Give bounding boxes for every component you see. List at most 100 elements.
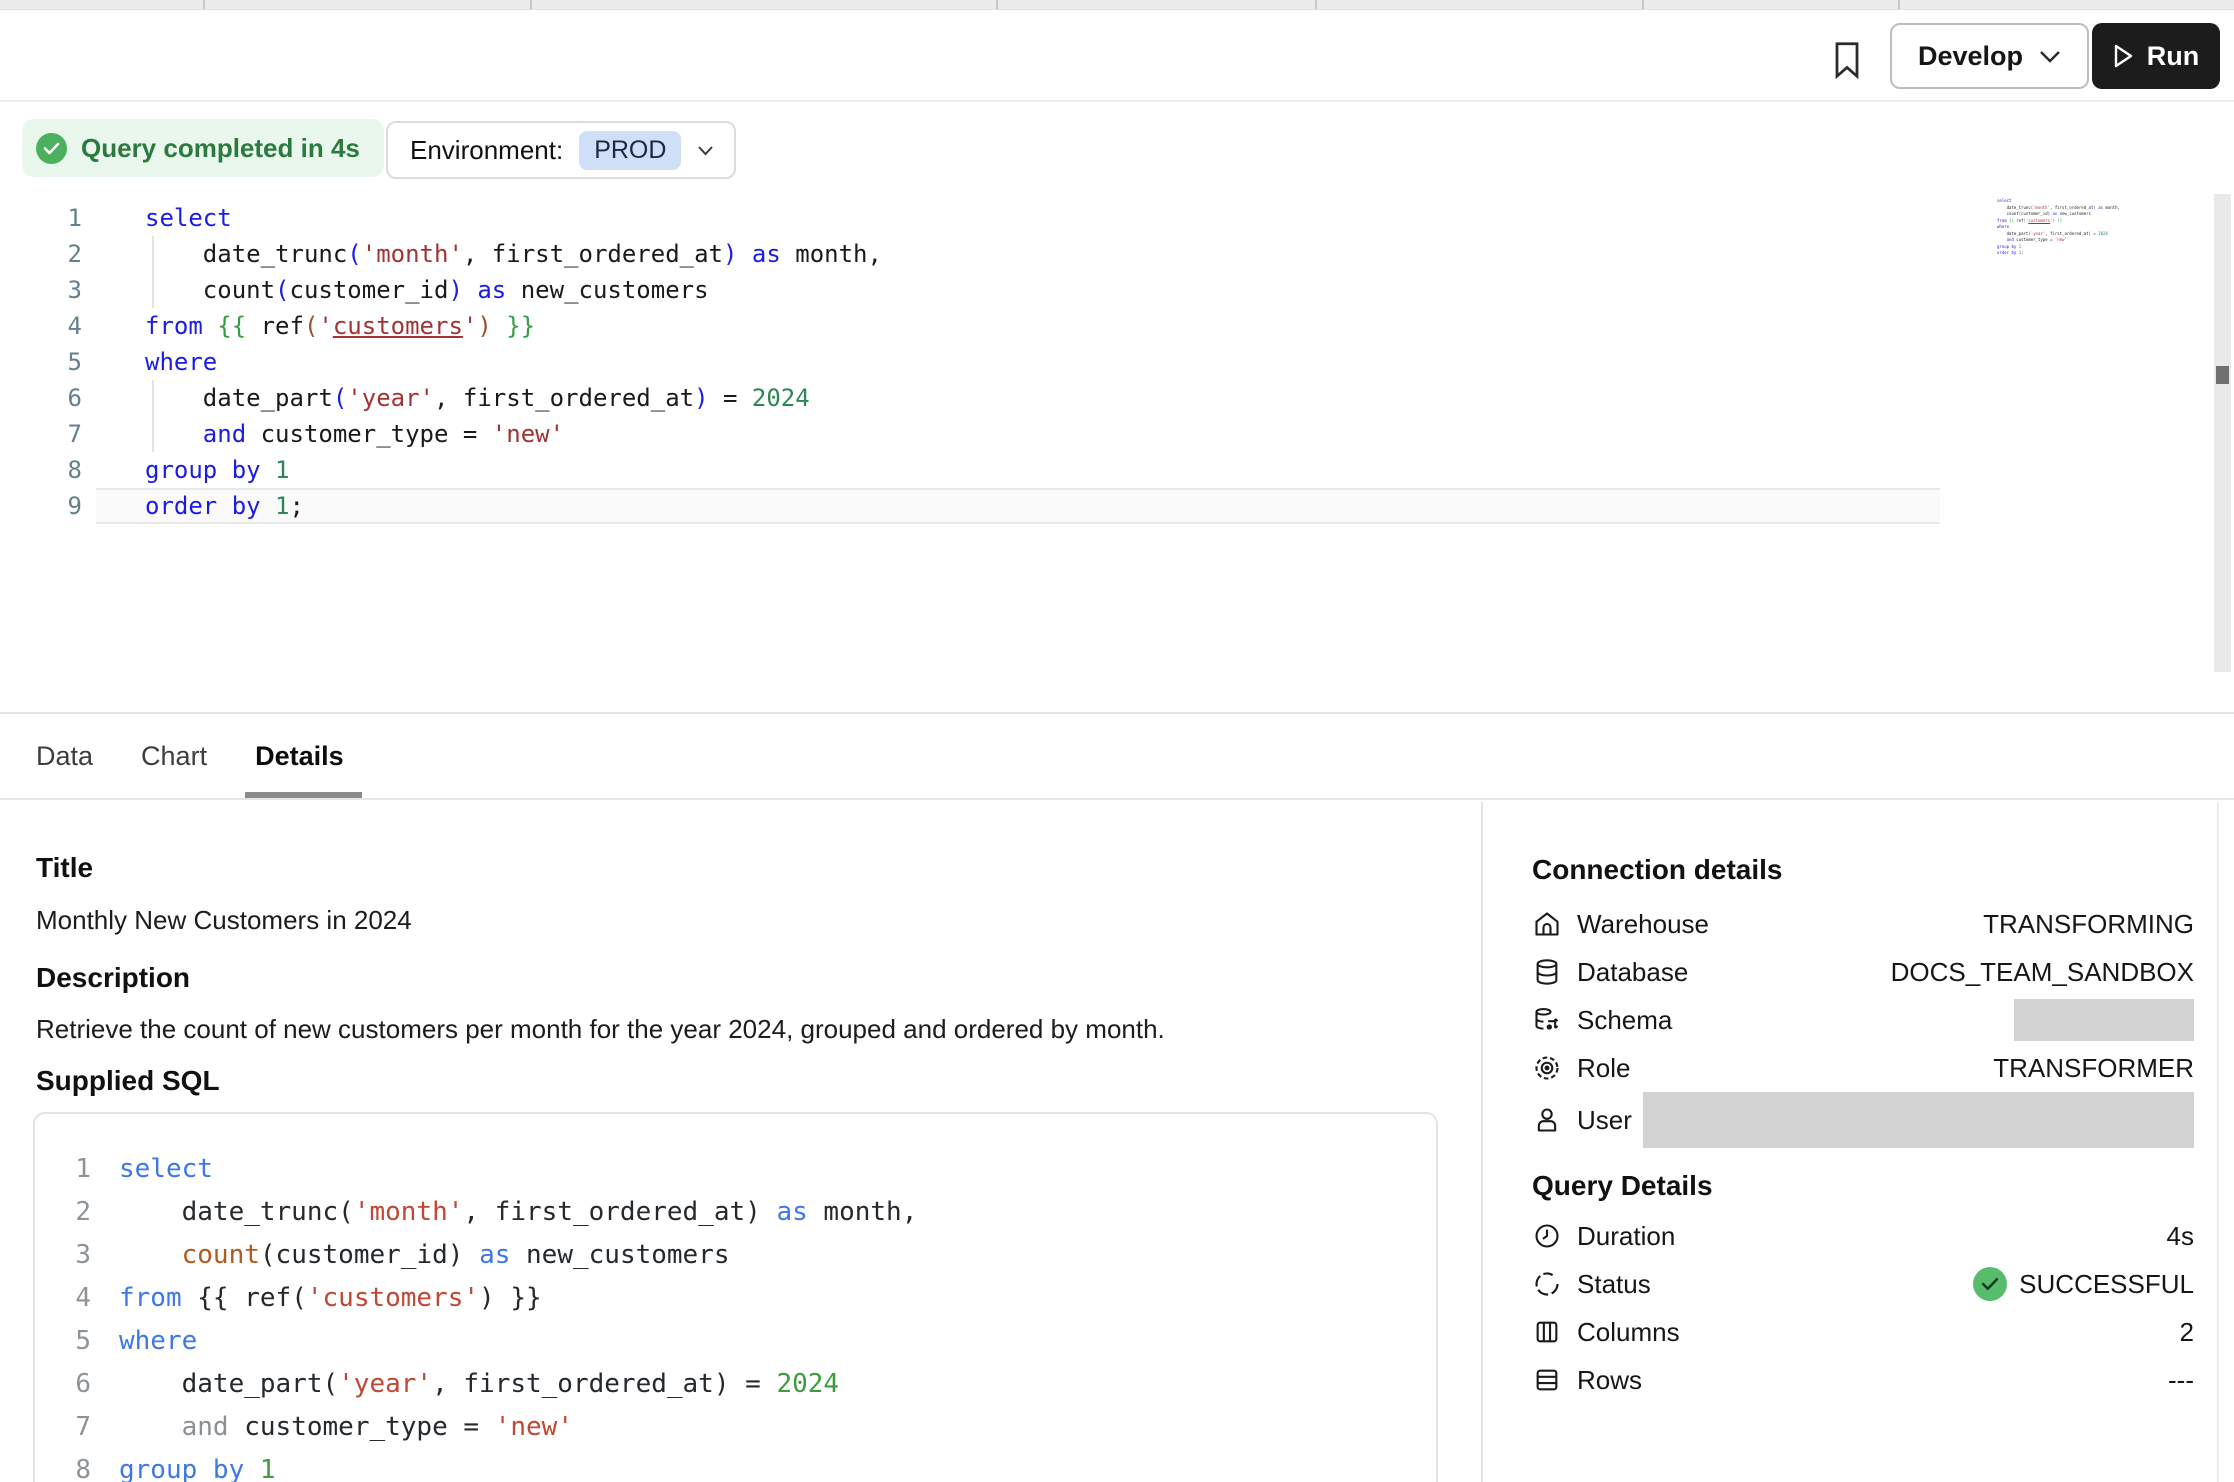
row-value <box>2014 999 2194 1041</box>
environment-dropdown[interactable]: Environment: PROD <box>386 121 736 179</box>
detail-row-warehouse: WarehouseTRANSFORMING <box>1532 900 2194 948</box>
title-heading: Title <box>36 852 93 884</box>
tab-divider <box>203 0 205 9</box>
row-label: User <box>1577 1105 1632 1136</box>
rows-icon <box>1532 1365 1562 1395</box>
line-number: 7 <box>0 416 96 452</box>
detail-row-role: Role TRANSFORMER <box>1532 1044 2194 1092</box>
code-line[interactable]: 4from {{ ref('customers') }} <box>35 1277 1436 1320</box>
row-label: Schema <box>1577 1005 1672 1036</box>
row-value: 4s <box>2167 1221 2194 1252</box>
query-status-badge: Query completed in 4s <box>22 119 384 177</box>
database-icon <box>1532 957 1562 987</box>
detail-row-user: User <box>1532 1092 2194 1148</box>
details-content: Title Monthly New Customers in 2024 Desc… <box>0 802 2234 1482</box>
run-button[interactable]: Run <box>2092 23 2220 89</box>
code-text: and customer_type = 'new' <box>91 1406 573 1449</box>
code-text: date_part('year', first_ordered_at) = 20… <box>91 1363 839 1406</box>
row-value: DOCS_TEAM_SANDBOX <box>1891 957 2194 988</box>
row-label: Status <box>1577 1269 1651 1300</box>
develop-button[interactable]: Develop <box>1890 23 2089 89</box>
results-tab-bar: Data Chart Details <box>0 712 2234 800</box>
editor-code-area[interactable]: 1select2 date_trunc('month', first_order… <box>0 200 2234 524</box>
run-button-label: Run <box>2147 41 2199 72</box>
code-text: from {{ ref('customers') }} <box>91 1277 542 1320</box>
row-label: Rows <box>1577 1365 1642 1396</box>
code-line[interactable]: 1select <box>0 200 2234 236</box>
connection-details-heading: Connection details <box>1532 854 1782 886</box>
code-line[interactable]: 6 date_part('year', first_ordered_at) = … <box>0 380 2234 416</box>
code-line[interactable]: 3 count(customer_id) as new_customers <box>0 272 2234 308</box>
code-text: select <box>91 1148 213 1191</box>
detail-row-database: Database DOCS_TEAM_SANDBOX <box>1532 948 2194 996</box>
code-line[interactable]: 6 date_part('year', first_ordered_at) = … <box>35 1363 1436 1406</box>
code-line[interactable]: 7 and customer_type = 'new' <box>0 416 2234 452</box>
redacted-value <box>1643 1092 2194 1148</box>
play-icon <box>2113 44 2134 68</box>
code-line[interactable]: 2 date_trunc('month', first_ordered_at) … <box>35 1191 1436 1234</box>
code-text: group by 1 <box>91 1449 276 1482</box>
supplied-sql-block: 1select2 date_trunc('month', first_order… <box>33 1112 1438 1482</box>
row-label: Duration <box>1577 1221 1675 1252</box>
query-status-text: Query completed in 4s <box>81 133 360 164</box>
sql-editor[interactable]: 1select2 date_trunc('month', first_order… <box>0 190 2234 712</box>
line-number: 5 <box>0 344 96 380</box>
line-number: 6 <box>0 380 96 416</box>
detail-row-status: Status SUCCESSFUL <box>1532 1260 2194 1308</box>
code-text: count(customer_id) as new_customers <box>96 272 1940 308</box>
code-line[interactable]: 5where <box>0 344 2234 380</box>
line-number: 8 <box>35 1449 91 1482</box>
row-label: Columns <box>1577 1317 1680 1348</box>
row-label: Database <box>1577 957 1688 988</box>
browser-tab-strip <box>0 0 2234 10</box>
code-line[interactable]: 7 and customer_type = 'new' <box>35 1406 1436 1449</box>
row-label: Role <box>1577 1053 1630 1084</box>
success-check-icon <box>1973 1267 2007 1301</box>
row-value: TRANSFORMER <box>1993 1053 2194 1084</box>
code-line[interactable]: 1select <box>35 1148 1436 1191</box>
row-value: SUCCESSFUL <box>1973 1267 2194 1301</box>
detail-row-duration: Duration 4s <box>1532 1212 2194 1260</box>
line-number: 2 <box>0 236 96 272</box>
redacted-value <box>2014 999 2194 1041</box>
code-line[interactable]: 8group by 1 <box>0 452 2234 488</box>
line-number: 3 <box>35 1234 91 1277</box>
editor-scrollbar-thumb[interactable] <box>2216 366 2229 384</box>
user-icon <box>1532 1105 1562 1135</box>
line-number: 4 <box>0 308 96 344</box>
supplied-sql-heading: Supplied SQL <box>36 1065 220 1097</box>
editor-minimap[interactable]: select date_trunc('month', first_ordered… <box>1997 198 2137 257</box>
connection-rows: WarehouseTRANSFORMING Database DOCS_TEAM_S… <box>1532 900 2194 1148</box>
code-text: where <box>91 1320 197 1363</box>
tab-divider <box>1642 0 1644 9</box>
tab-divider <box>1898 0 1900 9</box>
code-line[interactable]: 4from {{ ref('customers') }} <box>0 308 2234 344</box>
tab-details[interactable]: Details <box>255 714 344 798</box>
detail-row-rows: Rows --- <box>1532 1356 2194 1404</box>
line-number: 5 <box>35 1320 91 1363</box>
code-text: and customer_type = 'new' <box>96 416 1940 452</box>
title-value: Monthly New Customers in 2024 <box>36 905 412 936</box>
code-line[interactable]: 2 date_trunc('month', first_ordered_at) … <box>0 236 2234 272</box>
code-line[interactable]: 9order by 1; <box>0 488 2234 524</box>
tab-data[interactable]: Data <box>36 714 93 798</box>
schema-icon <box>1532 1005 1562 1035</box>
tab-chart[interactable]: Chart <box>141 714 207 798</box>
row-value: --- <box>2168 1365 2194 1396</box>
line-number: 8 <box>0 452 96 488</box>
code-line[interactable]: 3 count(customer_id) as new_customers <box>35 1234 1436 1277</box>
code-line[interactable]: 8group by 1 <box>35 1449 1436 1482</box>
code-text: where <box>96 344 1940 380</box>
line-number: 4 <box>35 1277 91 1320</box>
code-text: date_trunc('month', first_ordered_at) as… <box>96 236 1940 272</box>
bookmark-icon[interactable] <box>1828 36 1866 84</box>
warehouse-icon <box>1532 909 1562 939</box>
chevron-down-icon <box>697 145 714 156</box>
row-label: Warehouse <box>1577 909 1709 940</box>
line-number: 2 <box>35 1191 91 1234</box>
ref-customers-link[interactable]: customers <box>333 312 463 340</box>
status-icon <box>1532 1269 1562 1299</box>
editor-scrollbar-track[interactable] <box>2214 194 2231 672</box>
code-line[interactable]: 5where <box>35 1320 1436 1363</box>
line-number: 6 <box>35 1363 91 1406</box>
